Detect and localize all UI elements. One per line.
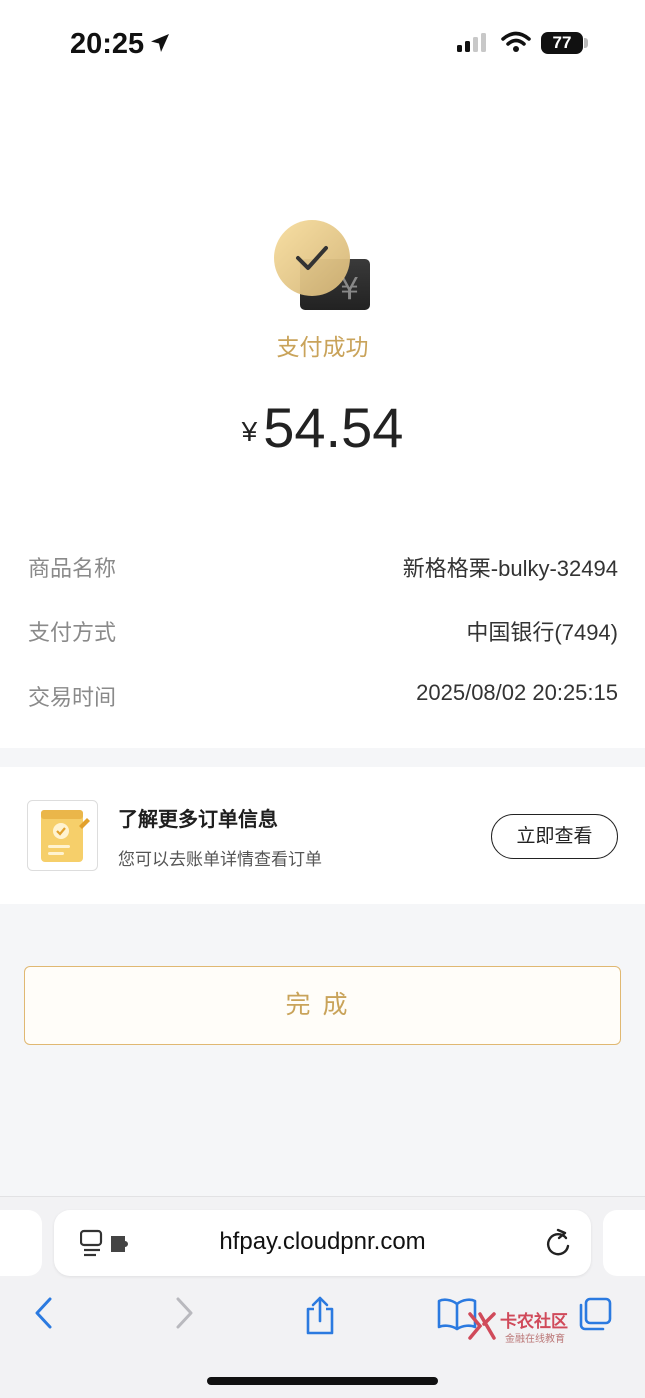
battery-icon: 77 <box>541 32 583 54</box>
forward-icon[interactable] <box>172 1296 196 1330</box>
share-icon[interactable] <box>303 1296 337 1336</box>
success-check-icon: ¥ <box>274 220 370 310</box>
detail-row-product: 商品名称 新格格栗-bulky-32494 <box>28 551 618 587</box>
done-button[interactable]: 完成 <box>24 966 621 1045</box>
order-card-subtitle: 您可以去账单详情查看订单 <box>118 850 322 870</box>
detail-label: 支付方式 <box>28 621 117 646</box>
wifi-icon <box>501 31 531 52</box>
home-indicator <box>207 1377 438 1385</box>
payment-status-text: 支付成功 <box>276 335 369 361</box>
signal-icon <box>457 33 486 52</box>
detail-row-time: 交易时间 2025/08/02 20:25:15 <box>28 680 618 716</box>
battery-tip <box>584 38 588 48</box>
detail-label: 交易时间 <box>28 686 117 711</box>
status-time: 20:25 <box>70 28 145 60</box>
detail-value: 2025/08/02 20:25:15 <box>416 680 618 705</box>
tabs-icon[interactable] <box>577 1296 613 1332</box>
view-order-button[interactable]: 立即查看 <box>491 814 618 859</box>
detail-value: 新格格栗-bulky-32494 <box>402 556 618 581</box>
reload-icon[interactable] <box>544 1228 572 1258</box>
payment-amount: ¥54.54 <box>0 395 645 460</box>
back-icon[interactable] <box>32 1296 56 1330</box>
watermark-logo-icon <box>468 1312 496 1340</box>
detail-row-payment-method: 支付方式 中国银行(7494) <box>28 615 618 651</box>
order-card-title: 了解更多订单信息 <box>118 807 278 831</box>
location-arrow-icon <box>151 34 169 52</box>
amount-value: 54.54 <box>263 396 404 459</box>
watermark-text: 卡农社区 <box>500 1312 568 1332</box>
currency-symbol: ¥ <box>241 416 258 447</box>
order-document-icon <box>27 800 98 871</box>
detail-label: 商品名称 <box>28 557 117 582</box>
detail-value: 中国银行(7494) <box>466 620 618 645</box>
watermark-subtext: 金融在线教育 <box>505 1334 565 1345</box>
